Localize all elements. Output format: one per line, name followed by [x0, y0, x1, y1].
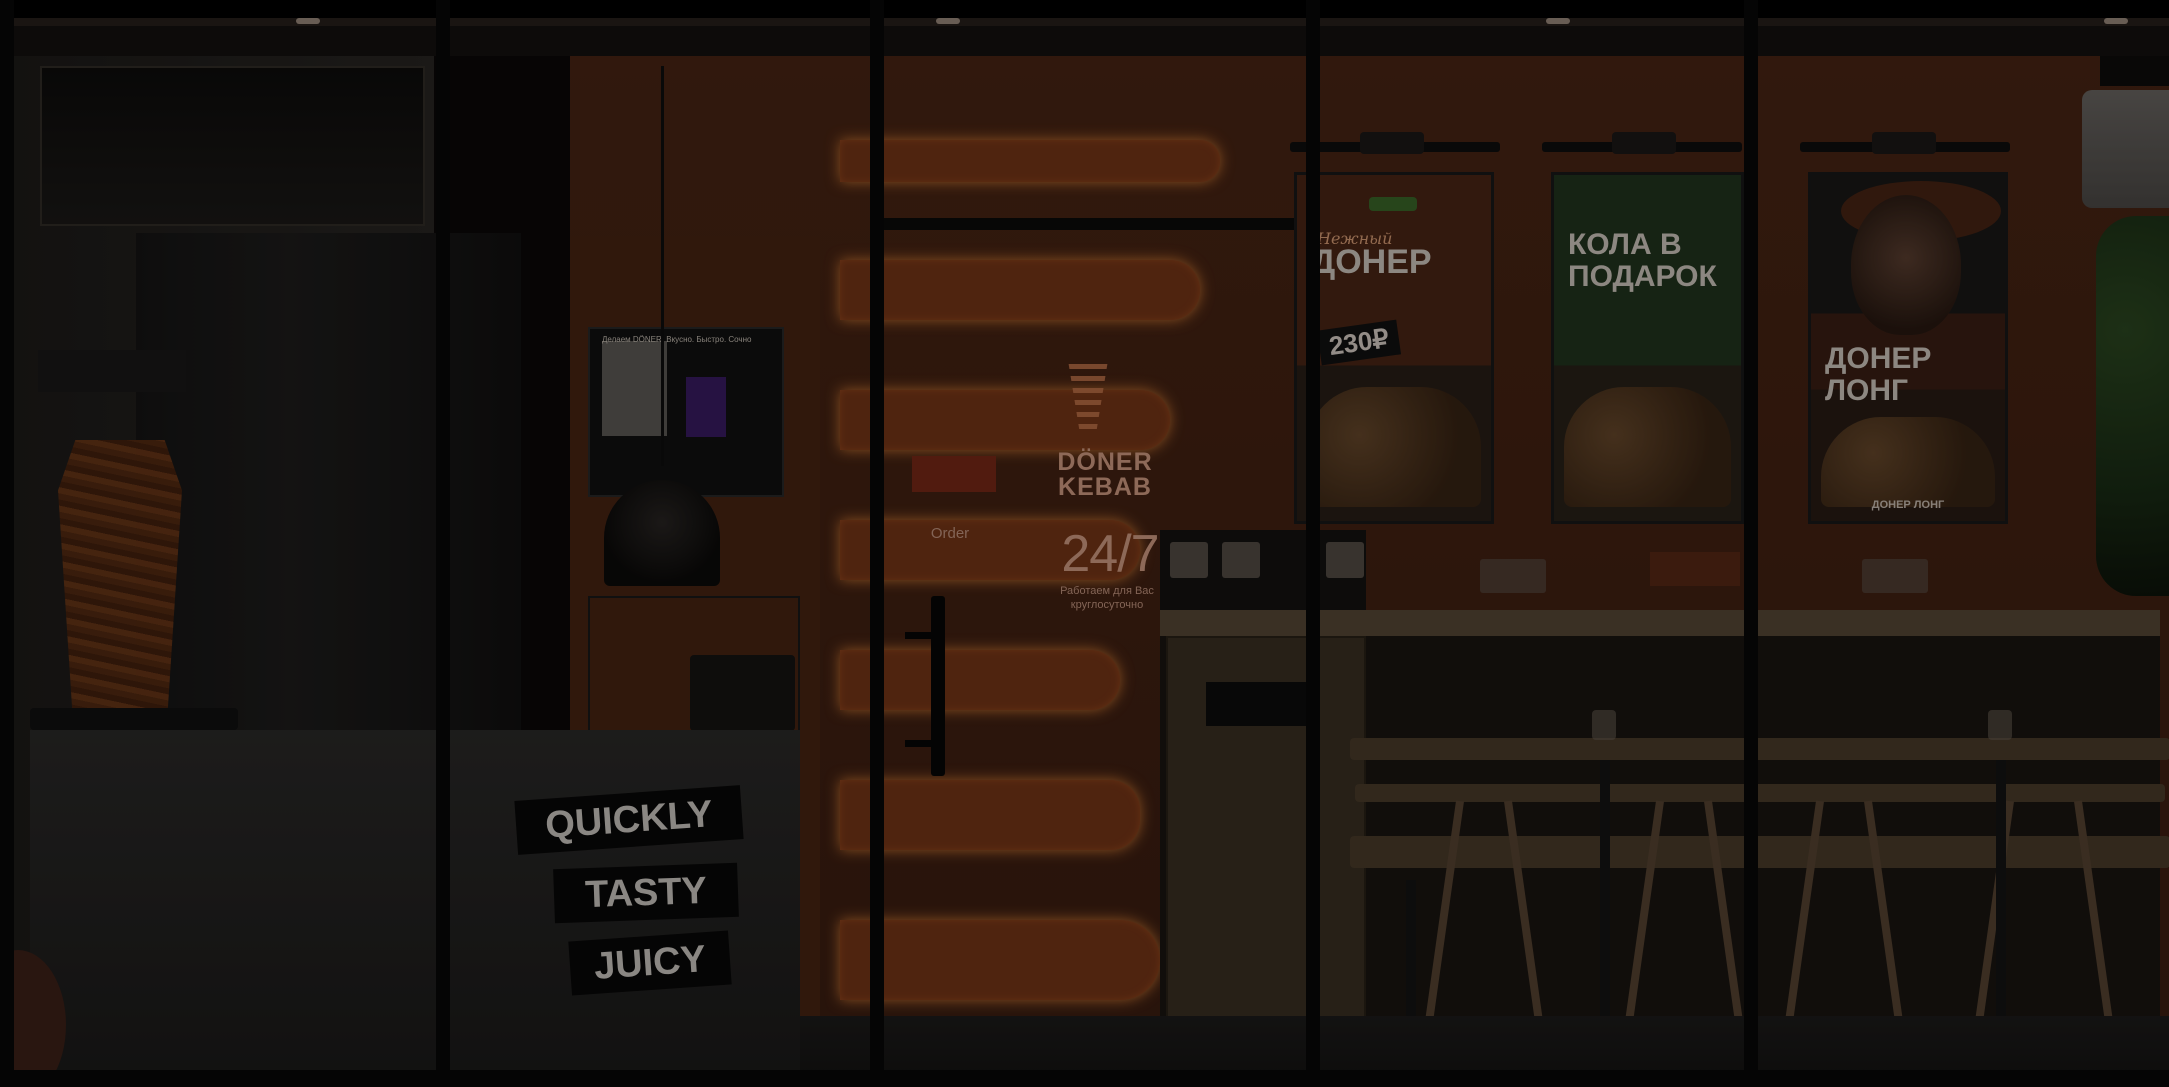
doner-photo: [1307, 387, 1481, 507]
door-handle-mount: [905, 740, 935, 747]
doner-spit: [58, 440, 182, 720]
refrigerator: [136, 233, 521, 733]
table-top: [1350, 738, 2169, 760]
wall-sign: [1650, 552, 1740, 586]
sticker-juicy: JUICY: [568, 930, 732, 996]
window-mullion: [436, 0, 450, 1087]
salt-jar: [1988, 710, 2012, 740]
poster-badge: [1369, 197, 1417, 211]
doner-photo: [1564, 387, 1731, 507]
brand-logo-text: DÖNER KEBAB: [1057, 448, 1153, 501]
storefront-scene: Делаем DÖNER. Вкусно. Быстро. Сочно DÖNE…: [0, 0, 2169, 1087]
napkin-holder: [1326, 542, 1364, 578]
red-tag: [912, 456, 996, 492]
poster-doner-long: ДОНЕР ЛОНГ ДОНЕР ЛОНГ: [1808, 172, 2008, 524]
spotlight: [1360, 132, 1424, 154]
poster-doner-price: Нежный ДОНЕР 230₽: [1294, 172, 1494, 524]
bench-back: [1355, 784, 2165, 802]
poster-caption: ДОНЕР ЛОНГ: [1871, 499, 1945, 511]
order-label: Order: [930, 525, 970, 542]
spotlight: [1872, 132, 1936, 154]
window-frame-bottom: [0, 1070, 2169, 1087]
window-top-beam: [0, 0, 2169, 56]
window-mullion: [870, 0, 884, 1087]
poster-headline: ДОНЕР: [1311, 243, 1432, 281]
air-conditioner: [2082, 90, 2169, 208]
door-handle-mount: [905, 632, 935, 639]
menu-board-paper: [602, 341, 667, 436]
napkin-holder: [1222, 542, 1260, 578]
menu-board: Делаем DÖNER. Вкусно. Быстро. Сочно: [588, 327, 784, 497]
ceiling-board: [2100, 56, 2169, 86]
bench-seat: [1350, 836, 2169, 868]
counter-sign: [1206, 682, 1312, 726]
sticker-tasty: TASTY: [553, 862, 739, 924]
poster-cola-gift: КОЛА В ПОДАРОК: [1551, 172, 1744, 524]
pendant-lamp: [604, 480, 720, 586]
wall-socket: [1862, 559, 1928, 593]
doner-photo: [1821, 417, 1995, 507]
window-mullion: [1744, 0, 1758, 1087]
window-frame-left: [0, 0, 14, 1087]
wall-socket: [1480, 559, 1546, 593]
door-handle: [931, 596, 945, 776]
ceiling-light: [936, 18, 960, 24]
ceiling-light: [2104, 18, 2128, 24]
spotlight: [1612, 132, 1676, 154]
green-wall-plant: [2096, 216, 2169, 596]
door-frame: [875, 218, 1315, 230]
salt-jar: [1592, 710, 1616, 740]
poster-price: 230₽: [1316, 319, 1401, 366]
pos-terminal: [690, 655, 795, 731]
ceiling-light: [296, 18, 320, 24]
poster-headline: ДОНЕР ЛОНГ: [1825, 342, 1932, 407]
ceiling-light: [1546, 18, 1570, 24]
wall-shelf: [38, 350, 186, 392]
exhaust-hood: [40, 66, 425, 226]
poster-headline: КОЛА В ПОДАРОК: [1568, 228, 1717, 293]
doner-base: [30, 708, 238, 730]
napkin-holder: [1170, 542, 1208, 578]
model-face: [1851, 195, 1961, 335]
menu-board-photo: [686, 377, 726, 437]
window-mullion: [1306, 0, 1320, 1087]
lamp-cord: [661, 66, 664, 466]
